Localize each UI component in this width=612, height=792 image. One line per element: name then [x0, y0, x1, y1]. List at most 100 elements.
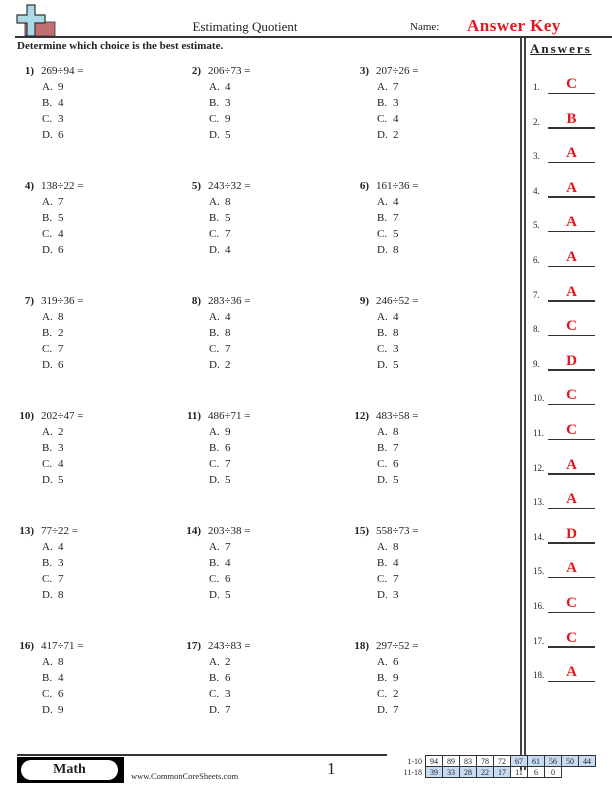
problem-expression: 207÷26 = — [376, 65, 419, 77]
choice-label: B. — [209, 97, 220, 109]
choice-value: 2 — [58, 327, 64, 339]
choice-value: 8 — [58, 656, 64, 668]
choice-value: 4 — [393, 196, 399, 208]
choice-label: B. — [209, 212, 220, 224]
choice-d: D. 5 — [209, 589, 231, 601]
answer-line — [548, 334, 595, 337]
answer-line — [548, 438, 595, 440]
choice-value: 7 — [225, 458, 231, 470]
answer-line — [548, 127, 595, 129]
answer-line — [548, 680, 595, 683]
choice-a: A. 8 — [377, 541, 399, 553]
problem-expression: 558÷73 = — [376, 525, 419, 537]
problem-expression: 77÷22 = — [41, 525, 78, 537]
choice-value: 2 — [225, 656, 231, 668]
choice-label: D. — [209, 704, 220, 716]
problem-number: 17) — [186, 640, 201, 652]
choice-label: C. — [42, 458, 53, 470]
choice-value: 5 — [225, 212, 231, 224]
answer-value: C — [566, 387, 577, 404]
choice-a: A. 6 — [377, 656, 399, 668]
answer-row: 16. C — [533, 593, 608, 613]
answer-number: 17. — [533, 635, 545, 646]
choice-b: B. 6 — [209, 672, 231, 684]
choice-label: C. — [42, 228, 53, 240]
choice-b: B. 4 — [42, 97, 64, 109]
answer-value: D — [566, 525, 577, 542]
choice-d: D. 2 — [209, 359, 231, 371]
choice-value: 5 — [393, 474, 399, 486]
choice-value: 4 — [58, 228, 64, 240]
choice-value: 7 — [393, 573, 399, 585]
choice-value: 8 — [393, 244, 399, 256]
score-cell: 39 — [425, 766, 443, 778]
problem-17: 17) 243÷83 = A. 2 B. 6 C. 3 D. 7 — [181, 640, 341, 730]
choice-value: 5 — [393, 359, 399, 371]
answer-number: 16. — [533, 601, 545, 611]
score-cell: 56 — [544, 755, 562, 767]
answer-number: 6. — [533, 255, 540, 265]
choice-label: A. — [209, 656, 220, 668]
score-range-label: 1-10 — [407, 756, 422, 766]
choice-label: B. — [42, 672, 53, 684]
choice-value: 3 — [225, 97, 231, 109]
problem-expression: 206÷73 = — [208, 65, 251, 77]
choice-b: B. 4 — [209, 557, 231, 569]
choice-label: C. — [377, 113, 388, 125]
choice-label: D. — [42, 589, 53, 601]
choice-label: D. — [209, 244, 220, 256]
choice-value: 7 — [58, 343, 64, 355]
choice-label: B. — [377, 557, 388, 569]
choice-label: A. — [209, 426, 220, 438]
answer-line — [548, 473, 595, 475]
choice-c: C. 3 — [209, 688, 231, 700]
problem-expression: 283÷36 = — [208, 295, 251, 307]
choice-a: A. 8 — [42, 311, 64, 323]
answers-title: Answers — [530, 41, 592, 56]
problem-number: 13) — [19, 525, 34, 537]
choice-value: 4 — [393, 311, 399, 323]
choice-label: A. — [209, 541, 220, 553]
problem-9: 9) 246÷52 = A. 4 B. 8 C. 3 D. 5 — [349, 295, 509, 385]
choice-d: D. 5 — [377, 359, 399, 371]
choice-a: A. 9 — [42, 81, 64, 93]
choice-value: 4 — [393, 113, 399, 125]
answer-value: C — [566, 318, 577, 335]
choice-d: D. 3 — [377, 589, 399, 601]
choice-a: A. 8 — [42, 656, 64, 668]
choice-label: A. — [209, 196, 220, 208]
choice-label: D. — [377, 704, 388, 716]
score-cell: 67 — [510, 755, 528, 767]
page-number: 1 — [327, 759, 336, 778]
problem-18: 18) 297÷52 = A. 6 B. 9 C. 2 D. 7 — [349, 640, 509, 730]
choice-a: A. 9 — [209, 426, 231, 438]
choice-value: 6 — [225, 672, 231, 684]
answer-value: A — [566, 560, 577, 577]
choice-value: 7 — [225, 541, 231, 553]
problem-expression: 246÷52 = — [376, 295, 419, 307]
choice-label: A. — [209, 311, 220, 323]
answer-value: A — [566, 214, 577, 231]
answer-value: D — [566, 352, 577, 369]
answer-row: 2. B — [533, 109, 608, 129]
choice-c: C. 7 — [377, 573, 399, 585]
answer-row: 10. C — [533, 385, 608, 406]
choice-label: D. — [209, 474, 220, 486]
answer-row: 5. A — [533, 212, 608, 233]
choice-label: A. — [377, 656, 388, 668]
choice-a: A. 4 — [377, 196, 399, 208]
answer-value: A — [566, 456, 577, 473]
problem-6: 6) 161÷36 = A. 4 B. 7 C. 5 D. 8 — [349, 180, 509, 270]
answer-line — [548, 230, 595, 233]
choice-d: D. 6 — [42, 244, 64, 256]
choice-label: C. — [42, 113, 53, 125]
score-cell: 50 — [561, 755, 579, 767]
choice-b: B. 3 — [42, 557, 64, 569]
answer-number: 12. — [533, 462, 545, 473]
choice-a: A. 4 — [209, 311, 231, 323]
choice-c: C. 4 — [377, 113, 399, 125]
score-cell: 94 — [425, 755, 443, 767]
choice-value: 6 — [393, 656, 399, 668]
choice-label: A. — [377, 81, 388, 93]
answer-line — [548, 646, 595, 648]
